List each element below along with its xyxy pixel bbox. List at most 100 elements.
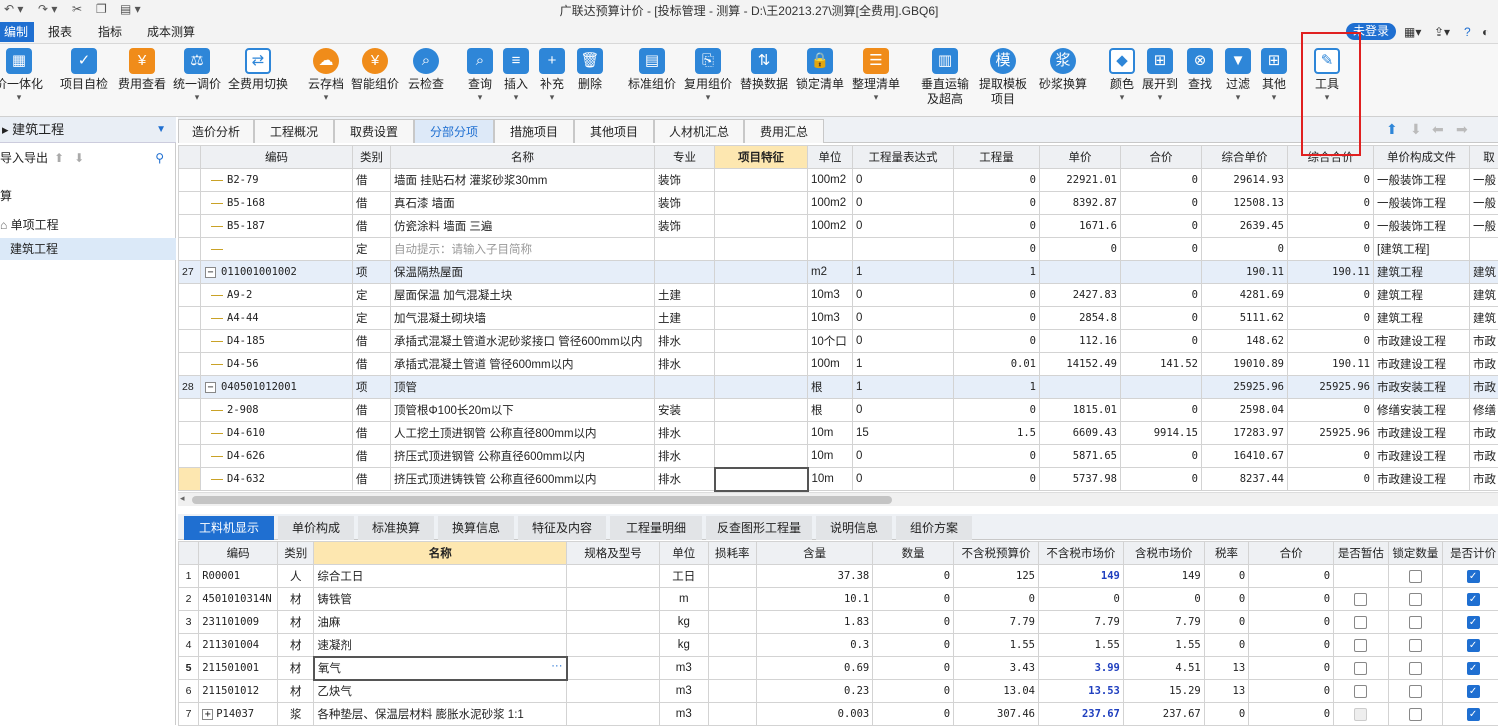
row-spec[interactable] [567, 588, 660, 611]
row-qty[interactable]: 0 [873, 703, 954, 726]
col2-type[interactable]: 类别 [278, 542, 314, 565]
row-unit[interactable]: kg [660, 611, 709, 634]
row-unit-price[interactable]: 8392.87 [1040, 192, 1121, 215]
row-qty-expr[interactable]: 0 [853, 192, 954, 215]
row-qty[interactable]: 0 [954, 399, 1040, 422]
row-unit[interactable]: 工日 [660, 565, 709, 588]
row-index[interactable]: 28 [179, 376, 201, 399]
row-content[interactable]: 0.3 [757, 634, 873, 657]
row-tax-market-price[interactable]: 7.79 [1123, 611, 1204, 634]
row-fee[interactable] [1470, 238, 1498, 261]
row-unit[interactable]: m [660, 588, 709, 611]
row-spec[interactable] [567, 657, 660, 680]
table-row[interactable]: 5211501001材氧气···m30.6903.433.994.51130✓ [179, 657, 1498, 680]
row-major[interactable]: 排水 [655, 445, 715, 468]
row-total[interactable]: 0 [1121, 307, 1202, 330]
row-market-price[interactable]: 149 [1038, 565, 1123, 588]
row-name[interactable]: 挤压式顶进钢管 公称直径600mm以内 [391, 445, 655, 468]
row-index[interactable] [179, 445, 201, 468]
row-unit-price[interactable]: 14152.49 [1040, 353, 1121, 376]
row-qty[interactable]: 0 [954, 307, 1040, 330]
arrow-up-icon[interactable]: ⬆ [1386, 121, 1398, 138]
row-unit[interactable] [808, 238, 853, 261]
col2-market-price[interactable]: 不含税市场价 [1038, 542, 1123, 565]
toolbar-replace-data[interactable]: ⇅替换数据 [738, 48, 790, 92]
row-fee[interactable]: 市政 [1470, 445, 1498, 468]
row-total[interactable]: 0 [1121, 468, 1202, 491]
toolbar-vertical-transport[interactable]: ▥垂直运输及超高 [918, 48, 972, 107]
row-priced[interactable]: ✓ [1443, 565, 1498, 588]
row-content[interactable]: 0.69 [757, 657, 873, 680]
row-total[interactable]: 0 [1249, 588, 1334, 611]
col2-total[interactable]: 合价 [1249, 542, 1334, 565]
toolbar-integration[interactable]: ▦价一体化▾ [0, 48, 44, 102]
col2-qty[interactable]: 数量 [873, 542, 954, 565]
row-lock-qty[interactable] [1388, 565, 1443, 588]
menu-edit[interactable]: 编制 [0, 22, 34, 42]
row-tax-market-price[interactable]: 4.51 [1123, 657, 1204, 680]
row-comp-unit-price[interactable]: 2598.04 [1202, 399, 1288, 422]
row-major[interactable]: 土建 [655, 307, 715, 330]
row-spec[interactable] [567, 680, 660, 703]
table-row[interactable]: D4-632借挤压式顶进铸铁管 公称直径600mm以内排水10m005737.9… [179, 468, 1498, 491]
toolbar-color[interactable]: ◆颜色▾ [1106, 48, 1138, 102]
provisional-checkbox[interactable] [1354, 662, 1367, 675]
row-index[interactable]: 7 [179, 703, 199, 726]
col2-provisional[interactable]: 是否暂估 [1334, 542, 1389, 565]
tab-overview[interactable]: 工程概况 [254, 119, 334, 143]
row-index[interactable] [179, 468, 201, 491]
row-code[interactable]: 211501001 [199, 657, 278, 680]
row-unit-price[interactable] [1040, 261, 1121, 284]
row-comp-total[interactable]: 190.11 [1288, 353, 1374, 376]
col-price-file[interactable]: 单价构成文件 [1374, 146, 1470, 169]
row-total[interactable]: 0 [1249, 611, 1334, 634]
row-qty[interactable]: 0 [873, 680, 954, 703]
table-row[interactable]: 24501010314N材铸铁管m10.1000000✓ [179, 588, 1498, 611]
row-code[interactable]: D4-56 [201, 353, 353, 376]
priced-checkbox[interactable]: ✓ [1467, 593, 1480, 606]
row-code[interactable]: D4-626 [201, 445, 353, 468]
tab-cost-analysis[interactable]: 造价分析 [178, 119, 254, 143]
priced-checkbox[interactable]: ✓ [1467, 570, 1480, 583]
row-price-file[interactable]: 建筑工程 [1374, 307, 1470, 330]
row-major[interactable]: 装饰 [655, 169, 715, 192]
row-qty-expr[interactable] [853, 238, 954, 261]
tab-labor-display[interactable]: 工料机显示 [184, 516, 274, 540]
row-budget-price[interactable]: 1.55 [954, 634, 1039, 657]
row-name[interactable]: 仿瓷涂料 墙面 三遍 [391, 215, 655, 238]
row-comp-total[interactable]: 0 [1288, 307, 1374, 330]
row-comp-unit-price[interactable]: 29614.93 [1202, 169, 1288, 192]
row-fee[interactable]: 市政 [1470, 330, 1498, 353]
row-comp-unit-price[interactable]: 17283.97 [1202, 422, 1288, 445]
row-price-file[interactable]: 市政安装工程 [1374, 376, 1470, 399]
toolbar-fee-view[interactable]: ¥费用查看 [116, 48, 168, 92]
table-row[interactable]: 27−011001001002项保温隔热屋面m211190.11190.11建筑… [179, 261, 1498, 284]
col2-priced[interactable]: 是否计价 [1443, 542, 1498, 565]
row-code[interactable]: D4-610 [201, 422, 353, 445]
row-unit-price[interactable]: 5737.98 [1040, 468, 1121, 491]
toolbar-other[interactable]: ⊞其他▾ [1258, 48, 1290, 102]
row-content[interactable]: 37.38 [757, 565, 873, 588]
col2-lock-qty[interactable]: 锁定数量 [1388, 542, 1443, 565]
toolbar-delete[interactable]: 🗑删除 [574, 48, 606, 92]
row-type[interactable]: 借 [353, 399, 391, 422]
row-lock-qty[interactable] [1388, 634, 1443, 657]
col2-budget-price[interactable]: 不含税预算价 [954, 542, 1039, 565]
row-priced[interactable]: ✓ [1443, 611, 1498, 634]
row-price-file[interactable]: 一般装饰工程 [1374, 192, 1470, 215]
col2-tax-market-price[interactable]: 含税市场价 [1123, 542, 1204, 565]
tab-labor-material[interactable]: 人材机汇总 [654, 119, 744, 143]
row-name[interactable]: 油麻 [314, 611, 567, 634]
row-feature[interactable] [715, 284, 808, 307]
row-name[interactable]: 承插式混凝土管道水泥砂浆接口 管径600mm以内 [391, 330, 655, 353]
row-feature[interactable] [715, 169, 808, 192]
row-total[interactable]: 0 [1249, 634, 1334, 657]
row-price-file[interactable]: 建筑工程 [1374, 284, 1470, 307]
row-priced[interactable]: ✓ [1443, 703, 1498, 726]
row-fee[interactable]: 修缮 [1470, 399, 1498, 422]
row-fee[interactable]: 建筑 [1470, 261, 1498, 284]
row-fee[interactable]: 建筑 [1470, 307, 1498, 330]
row-priced[interactable]: ✓ [1443, 657, 1498, 680]
row-qty[interactable]: 0 [954, 192, 1040, 215]
tab-graphic-qty[interactable]: 反查图形工程量 [706, 516, 812, 540]
